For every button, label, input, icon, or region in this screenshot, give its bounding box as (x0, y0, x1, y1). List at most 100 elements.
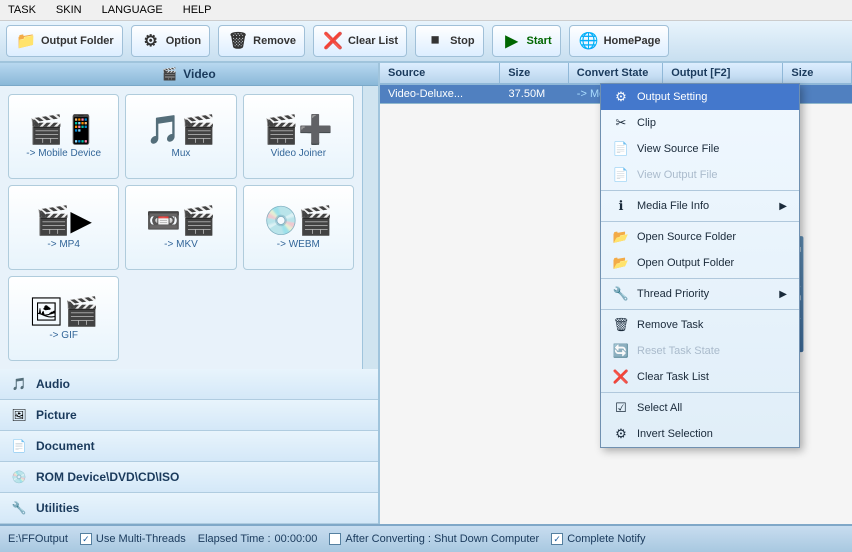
clear-list-label: Clear List (348, 35, 398, 47)
joiner-icon: 🎬➕ (263, 116, 333, 144)
start-label: Start (527, 35, 552, 47)
ctx-invert-selection[interactable]: ⚙ Invert Selection (601, 421, 799, 447)
multi-threads-label: Use Multi-Threads (96, 533, 186, 545)
mobile-device-icon: 🎬📱 (29, 116, 99, 144)
mux-icon: 🎵🎬 (146, 116, 216, 144)
media-info-icon: ℹ (613, 198, 629, 214)
menu-skin[interactable]: SKIN (52, 2, 86, 18)
td-source: Video-Deluxe... (380, 85, 501, 103)
clear-task-icon: ❌ (613, 369, 629, 385)
video-item-joiner[interactable]: 🎬➕ Video Joiner (243, 94, 354, 179)
clear-list-button[interactable]: ❌ Clear List (313, 25, 407, 57)
category-list: 🎵 Audio 🖼 Picture 📄 Document 💿 ROM Devic… (0, 369, 378, 524)
gif-label: -> GIF (49, 330, 78, 341)
ctx-reset-task-label: Reset Task State (637, 345, 720, 357)
category-rom[interactable]: 💿 ROM Device\DVD\CD\ISO (0, 462, 378, 493)
mp4-icon: 🎬▶ (35, 207, 91, 235)
utilities-icon: 🔧 (10, 499, 28, 517)
ctx-view-source-file[interactable]: 📄 View Source File (601, 136, 799, 162)
homepage-button[interactable]: 🌐 HomePage (569, 25, 670, 57)
category-document[interactable]: 📄 Document (0, 431, 378, 462)
select-all-icon: ☑ (613, 400, 629, 416)
category-utilities[interactable]: 🔧 Utilities (0, 493, 378, 524)
ctx-open-source-folder[interactable]: 📂 Open Source Folder (601, 224, 799, 250)
complete-notify-checkbox[interactable]: ✓ (551, 533, 563, 545)
open-source-icon: 📂 (613, 229, 629, 245)
ctx-open-output-label: Open Output Folder (637, 257, 734, 269)
option-label: Option (166, 35, 201, 47)
joiner-label: Video Joiner (271, 148, 326, 159)
menu-task[interactable]: TASK (4, 2, 40, 18)
category-audio[interactable]: 🎵 Audio (0, 369, 378, 400)
audio-icon: 🎵 (10, 375, 28, 393)
right-panel: Source Size Convert State Output [F2] Si… (380, 63, 852, 524)
menu-help[interactable]: HELP (179, 2, 216, 18)
video-item-mkv[interactable]: 📼🎬 -> MKV (125, 185, 236, 270)
ctx-sep-3 (601, 278, 799, 279)
video-item-gif[interactable]: 🖼🎬 -> GIF (8, 276, 119, 361)
ctx-reset-task-state: 🔄 Reset Task State (601, 338, 799, 364)
stop-button[interactable]: ⏹ Stop (415, 25, 483, 57)
context-menu: ⚙ Output Setting ✂ Clip 📄 View Source Fi… (600, 83, 800, 448)
output-folder-button[interactable]: 📁 Output Folder (6, 25, 123, 57)
clear-list-icon: ❌ (322, 30, 344, 52)
output-setting-icon: ⚙ (613, 89, 629, 105)
webm-label: -> WEBM (277, 239, 320, 250)
category-picture[interactable]: 🖼 Picture (0, 400, 378, 431)
rom-label: ROM Device\DVD\CD\ISO (36, 470, 179, 484)
ctx-clip[interactable]: ✂ Clip (601, 110, 799, 136)
start-button[interactable]: ▶ Start (492, 25, 561, 57)
ctx-sep-4 (601, 309, 799, 310)
remove-icon: 🗑 (227, 30, 249, 52)
video-item-mp4[interactable]: 🎬▶ -> MP4 (8, 185, 119, 270)
ctx-select-all-label: Select All (637, 402, 682, 414)
view-source-icon: 📄 (613, 141, 629, 157)
menu-language[interactable]: LANGUAGE (98, 2, 167, 18)
video-item-mobile-device[interactable]: 🎬📱 -> Mobile Device (8, 94, 119, 179)
video-item-mux[interactable]: 🎵🎬 Mux (125, 94, 236, 179)
gif-icon: 🖼🎬 (28, 298, 98, 326)
output-path: E:\FFOutput (8, 533, 68, 545)
video-grid: 🎬📱 -> Mobile Device 🎵🎬 Mux 🎬➕ Video Join… (0, 86, 362, 369)
ctx-select-all[interactable]: ☑ Select All (601, 395, 799, 421)
video-item-webm[interactable]: 💿🎬 -> WEBM (243, 185, 354, 270)
ctx-sep-5 (601, 392, 799, 393)
remove-button[interactable]: 🗑 Remove (218, 25, 305, 57)
clip-icon: ✂ (613, 115, 629, 131)
menubar: TASK SKIN LANGUAGE HELP (0, 0, 852, 21)
stop-icon: ⏹ (424, 30, 446, 52)
multi-threads-item[interactable]: ✓ Use Multi-Threads (80, 533, 186, 545)
rom-icon: 💿 (10, 468, 28, 486)
ctx-view-output-file: 📄 View Output File (601, 162, 799, 188)
mux-label: Mux (172, 148, 191, 159)
ctx-output-setting-label: Output Setting (637, 91, 707, 103)
video-grid-scrollbar[interactable] (362, 86, 378, 369)
after-converting-checkbox[interactable] (329, 533, 341, 545)
option-button[interactable]: ⚙ Option (131, 25, 210, 57)
utilities-label: Utilities (36, 501, 79, 515)
ctx-open-output-folder[interactable]: 📂 Open Output Folder (601, 250, 799, 276)
ctx-clip-label: Clip (637, 117, 656, 129)
elapsed-label: Elapsed Time : (198, 533, 271, 545)
video-header-label: Video (183, 67, 215, 81)
ctx-clear-task-list[interactable]: ❌ Clear Task List (601, 364, 799, 390)
open-output-icon: 📂 (613, 255, 629, 271)
ctx-media-info-label: Media File Info (637, 200, 709, 212)
complete-notify-item[interactable]: ✓ Complete Notify (551, 533, 645, 545)
left-panel: 🎬 Video 🎬📱 -> Mobile Device 🎵🎬 Mux 🎬➕ (0, 63, 380, 524)
option-icon: ⚙ (140, 30, 162, 52)
multi-threads-checkbox[interactable]: ✓ (80, 533, 92, 545)
thread-priority-icon: 🔧 (613, 286, 629, 302)
after-converting-item[interactable]: After Converting : Shut Down Computer (329, 533, 539, 545)
th-size: Size (500, 63, 569, 83)
ctx-output-setting[interactable]: ⚙ Output Setting (601, 84, 799, 110)
ctx-media-info[interactable]: ℹ Media File Info ▶ (601, 193, 799, 219)
video-category-header: 🎬 Video (0, 63, 378, 86)
ctx-remove-task[interactable]: 🗑 Remove Task (601, 312, 799, 338)
ctx-thread-priority[interactable]: 🔧 Thread Priority ▶ (601, 281, 799, 307)
stop-label: Stop (450, 35, 474, 47)
elapsed-value: 00:00:00 (275, 533, 318, 545)
ctx-view-source-label: View Source File (637, 143, 719, 155)
elapsed-time-item: Elapsed Time : 00:00:00 (198, 533, 318, 545)
thread-priority-arrow: ▶ (779, 289, 787, 300)
